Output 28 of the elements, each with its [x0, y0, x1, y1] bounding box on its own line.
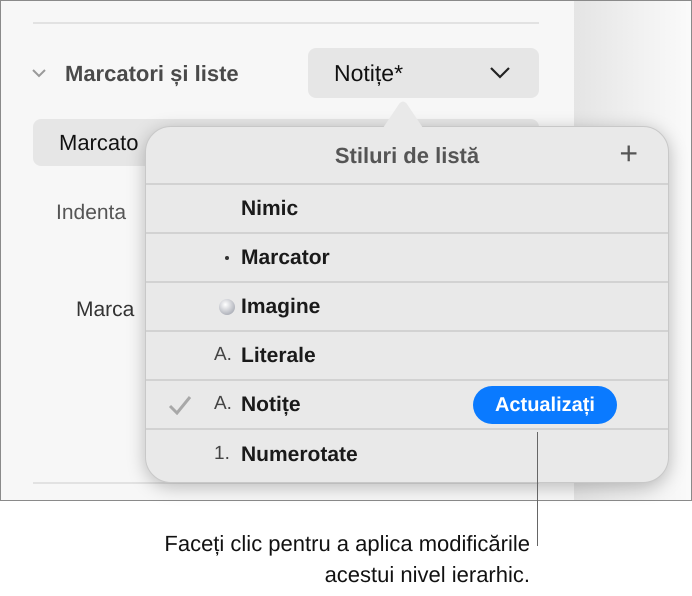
update-button[interactable]: Actualizați: [472, 386, 617, 424]
add-button[interactable]: +: [619, 137, 638, 169]
section-title: Marcatori și liste: [65, 60, 239, 88]
callout-text: acestui nivel ierarhic.: [324, 561, 530, 589]
list-style-item[interactable]: 1. Numerotate: [146, 430, 668, 479]
list-style-item[interactable]: A. Literale: [146, 332, 668, 381]
bullet-icon: [225, 256, 229, 260]
list-style-label: Numerotate: [241, 442, 358, 468]
list-prefix: 1.: [214, 442, 231, 466]
chevron-icon: [489, 66, 511, 80]
list-style-item[interactable]: Marcator: [146, 234, 668, 283]
popover-title: Stiluri de listă: [334, 142, 480, 170]
style-dropdown[interactable]: Notițe*: [308, 48, 539, 98]
chevron-icon[interactable]: [31, 67, 47, 79]
indent-label: Indenta: [56, 202, 126, 223]
list-style-label: Marcator: [241, 244, 330, 271]
list-style-item[interactable]: A. Notițe Actualizați: [146, 381, 668, 430]
list-prefix: A.: [214, 392, 233, 416]
callout-text: Faceți clic pentru a aplica modificările: [164, 530, 530, 558]
list-prefix: A.: [214, 343, 233, 368]
bullet-label: Marca: [76, 299, 134, 320]
list-style-label: Literale: [241, 342, 316, 369]
list-style-label: Imagine: [241, 294, 320, 320]
list-style-item[interactable]: Nimic: [146, 185, 668, 234]
sphere-icon: [218, 298, 236, 316]
list-style-label: Notițe: [241, 392, 300, 418]
list-style-item[interactable]: Imagine: [146, 283, 668, 332]
list-style-label: Nimic: [241, 196, 298, 222]
